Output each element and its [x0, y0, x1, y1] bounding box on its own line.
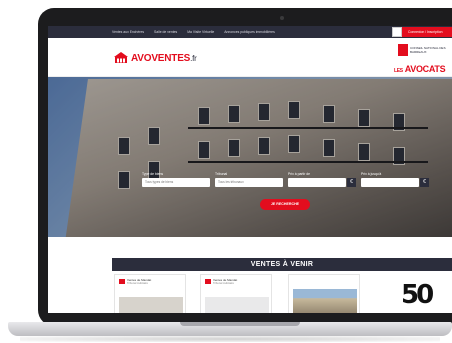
site-logo[interactable]: AVOVENTES.fr [131, 53, 197, 64]
top-nav-links: Ventes aux Enchères Salle de ventes Ma V… [112, 26, 275, 38]
search-button[interactable]: JE RECHERCHE [260, 199, 310, 210]
vente-card[interactable]: Ventes de Mandat Tribunal Judiciaire [114, 274, 186, 313]
laptop-base-notch [180, 322, 300, 326]
login-button[interactable]: Connexion / Inscription [396, 27, 452, 37]
type-select[interactable]: Tous types de biens [142, 178, 210, 187]
card-image [119, 297, 183, 313]
nav-link-ventes[interactable]: Ventes aux Enchères [112, 30, 144, 34]
camera-icon [280, 16, 284, 20]
website-screen: Ventes aux Enchères Salle de ventes Ma V… [48, 26, 452, 313]
top-navigation-bar: Ventes aux Enchères Salle de ventes Ma V… [48, 26, 452, 38]
tribunal-label: Tribunal [215, 172, 228, 176]
les-avocats-logo: LES AVOCATS [394, 64, 446, 74]
cnb-label: CONSEIL NATIONAL DES BARREAUX [410, 46, 446, 54]
type-label: Type de biens [142, 172, 164, 176]
gavel-logo-icon[interactable] [114, 52, 128, 64]
site-header: AVOVENTES.fr CONSEIL NATIONAL DES BARREA… [48, 38, 452, 77]
laptop-shadow [20, 336, 440, 342]
card-image [293, 289, 357, 313]
nav-link-salle[interactable]: Salle de ventes [154, 30, 177, 34]
prix-max-label: Prix à jusqu'à [361, 172, 382, 176]
tribunal-select[interactable]: Tous les tribunaux [215, 178, 283, 187]
hero-banner [48, 77, 452, 237]
card-logo-icon [205, 279, 211, 284]
cnb-seal-icon [398, 44, 408, 56]
card-image [205, 297, 269, 313]
nav-link-annonces[interactable]: Annonces publiques immobilières [224, 30, 275, 34]
hero-overlay [48, 77, 452, 237]
prix-min-label: Prix à partir de [288, 172, 311, 176]
card-subtitle: Tribunal Judiciaire [127, 282, 148, 285]
card-subtitle: Tribunal Judiciaire [213, 282, 234, 285]
fifty-badge: 50 [401, 280, 434, 310]
prix-min-unit: € [347, 178, 356, 187]
vente-card[interactable]: Ventes de Mandat Tribunal Judiciaire [200, 274, 272, 313]
vente-card[interactable] [288, 274, 360, 313]
user-icon[interactable] [392, 27, 402, 37]
prix-max-input[interactable] [361, 178, 419, 187]
ventes-section-title: VENTES À VENIR [112, 258, 452, 271]
prix-max-unit: € [420, 178, 429, 187]
prix-min-input[interactable] [288, 178, 346, 187]
nav-link-visite[interactable]: Ma Visite Virtuelle [187, 30, 214, 34]
card-logo-icon [119, 279, 125, 284]
